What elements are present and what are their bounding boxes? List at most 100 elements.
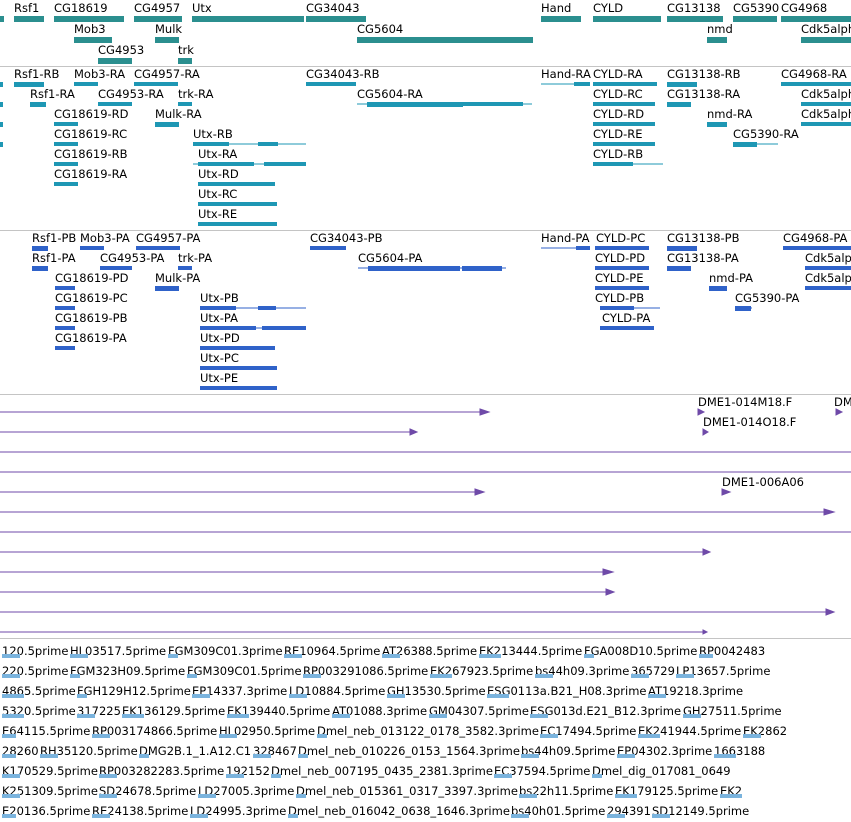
est-feature[interactable]: RH35120.5prime (40, 740, 138, 759)
est-label[interactable]: DMG2B.1_1.A12.C1 (139, 744, 251, 758)
protein-glyph[interactable] (55, 286, 75, 290)
est-feature[interactable]: E20136.5prime (2, 800, 90, 819)
est-glyph[interactable] (2, 814, 16, 818)
est-feature[interactable]: Dmel_neb_015361_0317_3397.3prime (296, 780, 518, 799)
gene-glyph-cdk5alpha[interactable] (801, 37, 851, 43)
protein-label[interactable]: Utx-PD (200, 332, 240, 345)
est-feature[interactable]: RP003174866.5prime (92, 720, 217, 739)
est-feature[interactable]: 4865.5prime (2, 680, 76, 699)
est-feature[interactable]: SD24678.5prime (99, 780, 196, 799)
est-glyph[interactable] (607, 814, 625, 818)
transcript-glyph[interactable] (198, 202, 277, 206)
transcript-glyph[interactable] (593, 82, 657, 86)
transcript-glyph[interactable] (98, 102, 132, 106)
est-glyph[interactable] (683, 714, 701, 718)
transcript-track[interactable]: Rsf1-RB Mob3-RA CG4957-RA CG34043-RB Han… (0, 67, 851, 229)
protein-label[interactable]: CG13138-PA (667, 252, 739, 265)
protein-label[interactable]: CG5604-PA (358, 252, 422, 265)
protein-label[interactable]: CG4957-PA (136, 232, 200, 245)
est-feature[interactable]: RP0042483 (699, 640, 765, 659)
protein-label[interactable]: CG18619-PD (55, 272, 128, 285)
est-feature[interactable]: Dmel_neb_010226_0153_1564.3prime (298, 740, 520, 759)
gene-glyph-mulk[interactable] (155, 37, 179, 43)
est-feature[interactable]: 220.5prime (2, 660, 68, 679)
protein-label[interactable]: Mulk-PA (155, 272, 200, 285)
est-glyph[interactable] (40, 754, 58, 758)
gene-glyph-hand[interactable] (541, 16, 581, 22)
transcript-label[interactable]: CG18619-RB (54, 148, 128, 161)
bac-end-label[interactable]: DME1-0 (834, 396, 851, 409)
gene-label[interactable]: CG4953 (98, 44, 144, 57)
est-glyph[interactable] (676, 674, 694, 678)
est-feature[interactable]: HL03517.5prime (70, 640, 166, 659)
gene-glyph-edge[interactable] (0, 16, 4, 22)
protein-label[interactable]: CG18619-PA (55, 332, 127, 345)
gene-glyph-cg5604[interactable] (357, 37, 533, 43)
protein-label[interactable]: CYLD-PD (595, 252, 645, 265)
transcript-glyph[interactable] (367, 102, 463, 107)
est-feature[interactable]: DMG2B.1_1.A12.C1 (139, 740, 251, 759)
gene-label[interactable]: trk (178, 44, 194, 57)
gene-label[interactable]: Cdk5alpha (801, 23, 851, 36)
est-feature[interactable]: EK2 (720, 780, 742, 799)
protein-glyph[interactable] (55, 326, 75, 330)
est-glyph[interactable] (2, 694, 24, 698)
bac-end-glyph[interactable] (835, 408, 844, 416)
protein-glyph[interactable] (200, 386, 277, 390)
gene-glyph-cg5390[interactable] (733, 16, 777, 22)
transcript-glyph[interactable] (781, 82, 851, 86)
est-feature[interactable]: 192152 (226, 760, 270, 779)
protein-label[interactable]: CG5390-PA (735, 292, 799, 305)
protein-label[interactable]: CYLD-PE (595, 272, 643, 285)
est-feature[interactable]: E64115.5prime (2, 720, 90, 739)
transcript-label[interactable]: Utx-RE (198, 208, 237, 221)
est-glyph[interactable] (535, 674, 553, 678)
est-glyph[interactable] (2, 714, 24, 718)
gene-glyph-trk[interactable] (178, 58, 192, 64)
est-glyph[interactable] (168, 654, 178, 658)
protein-glyph[interactable] (595, 286, 649, 290)
protein-label[interactable]: CG34043-PB (310, 232, 383, 245)
transcript-label[interactable]: Mulk-RA (155, 108, 202, 121)
transcript-glyph[interactable] (801, 102, 851, 106)
transcript-glyph[interactable] (593, 162, 633, 166)
gene-glyph-utx[interactable] (192, 16, 304, 22)
est-glyph[interactable] (519, 794, 537, 798)
transcript-label[interactable]: Hand-RA (541, 68, 591, 81)
est-glyph[interactable] (638, 734, 660, 738)
transcript-label[interactable]: CG18619-RC (54, 128, 127, 141)
est-feature[interactable]: RE24138.5prime (92, 800, 188, 819)
gene-glyph-cyld[interactable] (593, 16, 661, 22)
transcript-label[interactable]: CYLD-RD (593, 108, 644, 121)
transcript-glyph[interactable] (193, 142, 229, 146)
est-glyph[interactable] (253, 754, 271, 758)
est-feature[interactable]: 28260 (2, 740, 39, 759)
est-glyph[interactable] (699, 654, 713, 658)
est-glyph[interactable] (2, 774, 20, 778)
est-glyph[interactable] (298, 754, 308, 758)
protein-track[interactable]: Rsf1-PB Mob3-PA CG4957-PA CG34043-PB Han… (0, 231, 851, 394)
est-feature[interactable]: RP003282283.5prime (99, 760, 224, 779)
transcript-glyph[interactable] (54, 122, 78, 126)
protein-glyph[interactable] (100, 266, 132, 270)
est-glyph[interactable] (122, 714, 144, 718)
est-feature[interactable]: AT26388.5prime (382, 640, 477, 659)
transcript-label[interactable]: nmd-RA (707, 108, 752, 121)
est-label[interactable]: ESG0113a.B21_H08.3prime (487, 684, 646, 698)
est-glyph[interactable] (296, 794, 306, 798)
protein-glyph[interactable] (783, 246, 851, 250)
transcript-label[interactable]: CYLD-RC (593, 88, 643, 101)
est-glyph[interactable] (70, 654, 88, 658)
est-glyph[interactable] (743, 734, 761, 738)
est-feature[interactable]: Dmel_dig_017081_0649 (592, 760, 731, 779)
protein-label[interactable]: Utx-PE (200, 372, 238, 385)
est-feature[interactable]: RE10964.5prime (284, 640, 380, 659)
est-feature[interactable]: ESG013d.E21_B12.3prime (530, 700, 681, 719)
transcript-label[interactable]: CG18619-RA (54, 168, 127, 181)
est-label[interactable]: Dmel_neb_010226_0153_1564.3prime (298, 744, 520, 758)
est-feature[interactable]: FGA008D10.5prime (584, 640, 697, 659)
est-glyph[interactable] (187, 674, 197, 678)
gene-label[interactable]: CG13138 (667, 2, 721, 15)
transcript-glyph[interactable] (134, 82, 178, 86)
est-feature[interactable]: bs40h01.5prime (511, 800, 605, 819)
